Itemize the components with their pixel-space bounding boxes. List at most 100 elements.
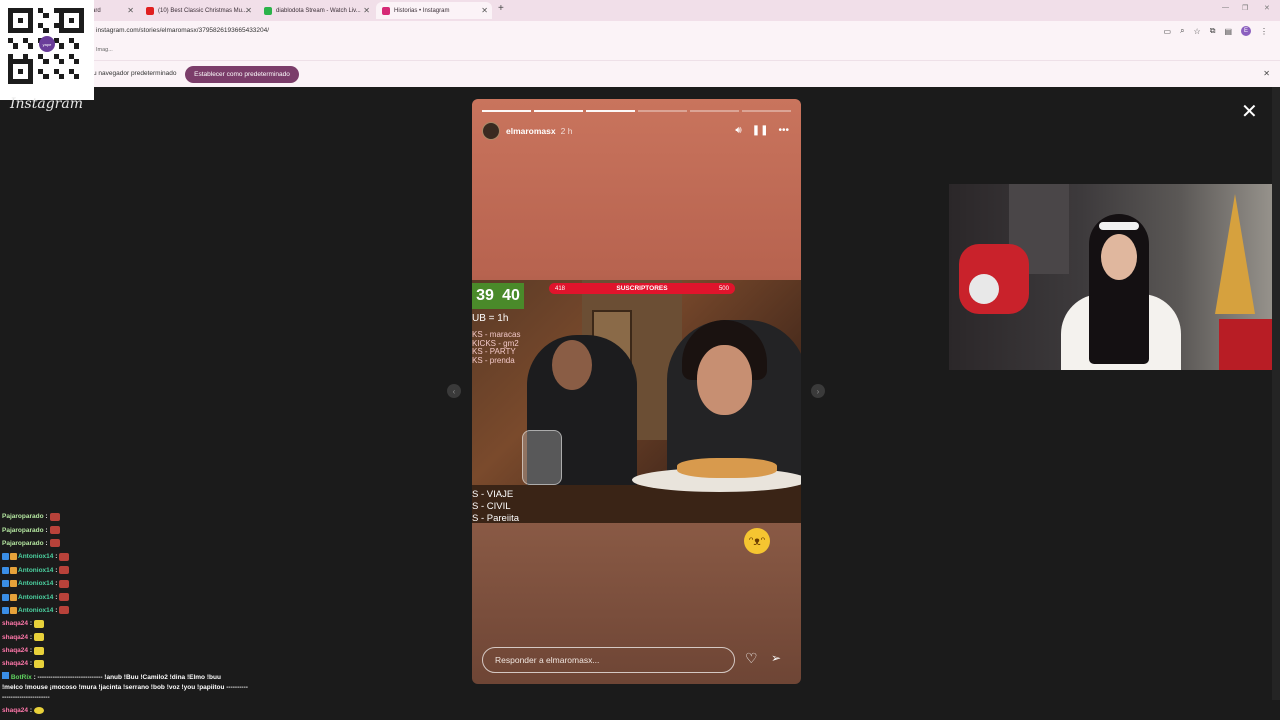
new-tab-icon[interactable]: + xyxy=(498,3,504,14)
volume-icon[interactable]: 🔊︎ xyxy=(735,125,741,136)
story-username[interactable]: elmaromasx xyxy=(506,126,556,136)
tab-1[interactable]: (10) Best Classic Christmas Mu... ✕ xyxy=(140,2,256,19)
like-heart-icon[interactable]: ♡ xyxy=(745,650,758,667)
chat-separator: : xyxy=(28,647,33,655)
webcam-white-object xyxy=(969,274,999,304)
chat-username[interactable]: Pajaroparado xyxy=(2,513,44,520)
chat-separator: : xyxy=(28,633,33,641)
menu-icon[interactable]: ⋮ xyxy=(1260,27,1268,36)
pause-icon[interactable]: ❚❚ xyxy=(752,125,769,136)
chat-message: Antoniox14 : xyxy=(2,550,292,563)
tab-2[interactable]: diablodota Stream - Watch Liv... ✕ xyxy=(258,2,374,19)
chat-emote-icon xyxy=(49,526,60,535)
yape-logo: yape xyxy=(39,36,55,52)
chat-badge-icon xyxy=(2,672,9,679)
chat-username[interactable]: Pajaroparado xyxy=(2,540,44,547)
extensions-icon[interactable]: ⧉ xyxy=(1210,26,1216,36)
sub-hour-text: UB = 1h xyxy=(472,313,509,324)
botrix-message: BotRix : ------------------------------ … xyxy=(2,672,292,703)
chat-separator: : xyxy=(43,539,48,547)
chat-message: shaqa24 : xyxy=(2,631,292,644)
story-progress xyxy=(482,110,791,112)
chat-username[interactable]: shaqa24 xyxy=(2,620,28,627)
chat-emote-icon xyxy=(59,552,70,561)
chat-username[interactable]: Antoniox14 xyxy=(18,607,53,614)
tab-close-icon[interactable]: ✕ xyxy=(481,6,488,15)
chat-separator: : xyxy=(28,660,33,668)
story-video-frame: 39 40 418 SUSCRIPTORES 500 UB = 1h KS - … xyxy=(472,280,801,525)
minimize-icon[interactable]: — xyxy=(1222,4,1229,11)
tab-close-icon[interactable]: ✕ xyxy=(245,6,252,15)
progress-segment xyxy=(482,110,531,112)
progress-segment xyxy=(586,110,635,112)
address-bar-actions: ▭ ⌕ ☆ ⧉ ▤ E ⋮ xyxy=(1164,26,1268,36)
instagram-logo[interactable]: Instagram xyxy=(10,96,83,112)
webcam-person-face xyxy=(1101,234,1137,280)
chat-message: Antoniox14 : xyxy=(2,604,292,617)
chat-username[interactable]: BotRix xyxy=(11,674,32,681)
tab-close-icon[interactable]: ✕ xyxy=(127,6,134,15)
chat-separator: : xyxy=(28,707,34,714)
youtube-icon xyxy=(146,6,154,15)
send-icon[interactable]: ➢ xyxy=(771,651,781,665)
url-field[interactable]: instagram.com/stories/elmaromasx/3795826… xyxy=(96,27,269,34)
chat-username[interactable]: Antoniox14 xyxy=(18,567,53,574)
reply-box[interactable] xyxy=(482,647,735,673)
chat-username[interactable]: Antoniox14 xyxy=(18,553,53,560)
chat-username[interactable]: Antoniox14 xyxy=(18,580,53,587)
next-story-icon[interactable]: › xyxy=(811,384,825,398)
infobar-close-icon[interactable]: ✕ xyxy=(1263,69,1270,78)
bookmark-item[interactable]: Imag... xyxy=(96,47,113,53)
set-default-button[interactable]: Establecer como predeterminado xyxy=(185,66,299,83)
tab-2-label: diablodota Stream - Watch Liv... xyxy=(276,7,361,14)
bookmark-star-icon[interactable]: ☆ xyxy=(1194,27,1201,36)
chat-username[interactable]: Pajaroparado xyxy=(2,527,44,534)
chat-badge-icon xyxy=(2,580,9,588)
chat-separator: : xyxy=(28,620,33,628)
goal-target: 500 xyxy=(718,285,729,292)
qr-code: yape xyxy=(0,0,94,100)
chat-message: shaqa24 : xyxy=(2,644,292,657)
profile-avatar[interactable]: E xyxy=(1241,26,1251,36)
zoom-icon[interactable]: ⌕ xyxy=(1180,26,1184,36)
chat-emote-icon xyxy=(59,566,70,575)
chat-message: shaqa24 : xyxy=(2,617,292,630)
chat-message: shaqa24 : xyxy=(2,707,44,714)
subs-goal-item: S - CIVIL xyxy=(472,501,511,512)
chat-emote-icon xyxy=(59,606,70,615)
story-close-icon[interactable]: ✕ xyxy=(1241,99,1258,124)
window-close-icon[interactable]: ✕ xyxy=(1264,4,1270,12)
chat-message: Pajaroparado : xyxy=(2,510,292,523)
tab-close-icon[interactable]: ✕ xyxy=(363,6,370,15)
person-left-face xyxy=(552,340,592,390)
stream-chat: Pajaroparado : Pajaroparado : Pajaroparado… xyxy=(2,510,292,671)
chat-username[interactable]: Antoniox14 xyxy=(18,594,53,601)
story-viewer[interactable]: elmaromasx 2 h 🔊︎ ❚❚ ••• 39 40 418 SUSCR… xyxy=(472,99,801,684)
chat-username[interactable]: shaqa24 xyxy=(2,660,28,667)
page-scrollbar[interactable] xyxy=(1272,87,1280,700)
sidebar-icon[interactable]: ▤ xyxy=(1224,27,1232,36)
chat-message: Antoniox14 : xyxy=(2,590,292,603)
botrix-line-2: !melco !mouse ¡mocoso !mura !jacinta !se… xyxy=(2,684,248,691)
reply-input[interactable] xyxy=(495,655,722,665)
chat-username[interactable]: shaqa24 xyxy=(2,647,28,654)
subs-goal-list: S - VIAJE S - CIVIL S - Pareiita xyxy=(472,489,519,525)
tab-3[interactable]: Historias • Instagram ✕ xyxy=(376,2,492,19)
chat-separator: : xyxy=(53,580,58,588)
story-avatar[interactable] xyxy=(482,122,500,140)
chat-username[interactable]: shaqa24 xyxy=(2,707,28,714)
maximize-icon[interactable]: ❐ xyxy=(1242,4,1248,12)
webcam-overlay xyxy=(949,184,1280,370)
prev-story-icon[interactable]: ‹ xyxy=(447,384,461,398)
chat-badge-icon xyxy=(10,593,17,601)
progress-segment xyxy=(690,110,739,112)
chat-emote-icon xyxy=(59,579,70,588)
botrix-line-3: ---------------------- xyxy=(2,694,50,701)
default-browser-infobar: u navegador predeterminado Establecer co… xyxy=(0,60,1280,87)
chat-badge-icon xyxy=(10,566,17,574)
chat-message: Antoniox14 : xyxy=(2,564,292,577)
tab-1-label: (10) Best Classic Christmas Mu... xyxy=(158,7,248,14)
cast-icon[interactable]: ▭ xyxy=(1164,27,1172,36)
chat-username[interactable]: shaqa24 xyxy=(2,634,28,641)
more-options-icon[interactable]: ••• xyxy=(778,125,789,136)
